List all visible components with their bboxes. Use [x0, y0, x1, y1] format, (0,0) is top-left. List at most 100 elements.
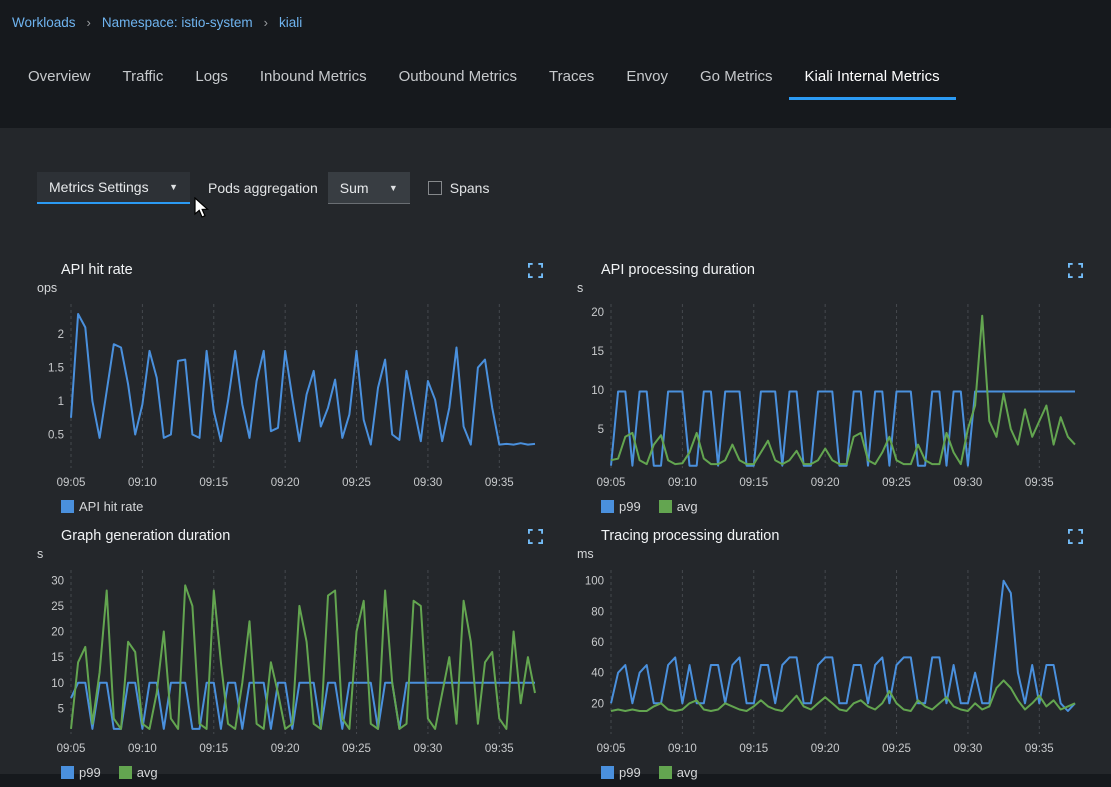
charts-grid: API hit rate ops 09:05 09:10 09:15 09:20 09:… — [0, 204, 1111, 782]
x-axis-label: 09:30 — [414, 743, 443, 755]
tab-inbound-metrics[interactable]: Inbound Metrics — [244, 56, 383, 100]
y-axis-label: 80 — [591, 606, 604, 618]
breadcrumb-link-workloads[interactable]: Workloads — [12, 15, 76, 30]
legend-label: API hit rate — [79, 499, 143, 514]
x-axis-label: 09:10 — [668, 477, 697, 489]
legend-item-avg[interactable]: avg — [659, 765, 698, 780]
tab-traffic[interactable]: Traffic — [107, 56, 180, 100]
y-axis-label: 5 — [598, 424, 604, 436]
legend-swatch — [659, 500, 672, 513]
y-axis-label: 60 — [591, 637, 604, 649]
legend-item-p99[interactable]: p99 — [601, 765, 641, 780]
metrics-settings-label: Metrics Settings — [49, 179, 149, 195]
y-axis-label: 100 — [585, 576, 604, 588]
aggregation-dropdown[interactable]: Sum ▼ — [328, 172, 410, 204]
chart-unit: ops — [37, 281, 545, 298]
legend-swatch — [659, 766, 672, 779]
tab-traces[interactable]: Traces — [533, 56, 610, 100]
expand-chart-icon[interactable] — [528, 263, 545, 278]
legend-label: p99 — [79, 765, 101, 780]
breadcrumb-separator: › — [87, 15, 91, 30]
series-line-avg — [71, 585, 535, 729]
breadcrumb-link-namespace-istio-system[interactable]: Namespace: istio-system — [102, 15, 253, 30]
y-axis-label: 40 — [591, 668, 604, 680]
chart-title: API processing duration — [601, 262, 755, 278]
chevron-down-icon: ▼ — [389, 183, 398, 193]
x-axis-label: 09:35 — [485, 743, 514, 755]
x-axis-label: 09:15 — [739, 477, 768, 489]
tab-kiali-internal-metrics[interactable]: Kiali Internal Metrics — [789, 56, 956, 100]
y-axis-label: 20 — [51, 627, 64, 639]
tab-envoy[interactable]: Envoy — [610, 56, 684, 100]
chart-legend: p99 avg — [37, 762, 545, 782]
x-axis-label: 09:05 — [597, 743, 626, 755]
legend-label: avg — [677, 499, 698, 514]
toolbar: Metrics Settings ▼ Pods aggregation Sum … — [0, 128, 1111, 204]
x-axis-label: 09:15 — [199, 477, 228, 489]
y-axis-label: 0.5 — [48, 430, 64, 442]
tab-outbound-metrics[interactable]: Outbound Metrics — [383, 56, 533, 100]
chart-header: Graph generation duration — [37, 526, 545, 546]
pods-aggregation-label: Pods aggregation — [208, 180, 318, 196]
spans-label: Spans — [450, 180, 490, 196]
chart-legend: p99 avg — [577, 496, 1085, 516]
spans-checkbox-wrap[interactable]: Spans — [428, 180, 490, 196]
breadcrumb-separator: › — [264, 15, 268, 30]
y-axis-label: 20 — [591, 698, 604, 710]
legend-item-avg[interactable]: avg — [659, 499, 698, 514]
y-axis-label: 25 — [51, 601, 64, 613]
x-axis-label: 09:35 — [1025, 477, 1054, 489]
expand-chart-icon[interactable] — [1068, 263, 1085, 278]
x-axis-label: 09:15 — [739, 743, 768, 755]
chart-unit: s — [37, 547, 545, 564]
x-axis-label: 09:05 — [57, 477, 86, 489]
expand-chart-icon[interactable] — [528, 529, 545, 544]
x-axis-label: 09:25 — [342, 477, 371, 489]
x-axis-label: 09:10 — [128, 477, 157, 489]
chart-header: API processing duration — [577, 260, 1085, 280]
x-axis-label: 09:10 — [128, 743, 157, 755]
chart-title: Tracing processing duration — [601, 528, 779, 544]
legend-swatch — [61, 500, 74, 513]
legend-label: avg — [677, 765, 698, 780]
chart-unit: s — [577, 281, 1085, 298]
legend-item-p99[interactable]: p99 — [61, 765, 101, 780]
breadcrumb: Workloads › Namespace: istio-system › kiali — [0, 0, 1111, 30]
x-axis-label: 09:20 — [811, 477, 840, 489]
chart-plot: 09:0509:1009:1509:2009:2509:3009:3551015… — [37, 564, 545, 760]
legend-label: p99 — [619, 765, 641, 780]
metrics-settings-dropdown[interactable]: Metrics Settings ▼ — [37, 172, 190, 204]
y-axis-label: 10 — [591, 385, 604, 397]
legend-item-p99[interactable]: p99 — [601, 499, 641, 514]
legend-label: avg — [137, 765, 158, 780]
aggregation-value: Sum — [340, 180, 369, 196]
legend-swatch — [61, 766, 74, 779]
tab-overview[interactable]: Overview — [12, 56, 107, 100]
tab-logs[interactable]: Logs — [179, 56, 244, 100]
chart-header: Tracing processing duration — [577, 526, 1085, 546]
breadcrumb-link-kiali[interactable]: kiali — [279, 15, 302, 30]
spans-checkbox[interactable] — [428, 181, 442, 195]
legend-item-avg[interactable]: avg — [119, 765, 158, 780]
x-axis-label: 09:30 — [954, 743, 983, 755]
legend-item-api-hit-rate[interactable]: API hit rate — [61, 499, 143, 514]
legend-swatch — [119, 766, 132, 779]
chart-legend: p99 avg — [577, 762, 1085, 782]
y-axis-label: 1 — [58, 396, 64, 408]
series-line-p99 — [611, 581, 1075, 711]
x-axis-label: 09:20 — [271, 743, 300, 755]
chart-title: Graph generation duration — [61, 528, 230, 544]
chevron-down-icon: ▼ — [169, 182, 178, 192]
y-axis-label: 15 — [591, 346, 604, 358]
x-axis-label: 09:20 — [811, 743, 840, 755]
expand-chart-icon[interactable] — [1068, 529, 1085, 544]
chart-unit: ms — [577, 547, 1085, 564]
legend-swatch — [601, 766, 614, 779]
tab-go-metrics[interactable]: Go Metrics — [684, 56, 789, 100]
chart-header: API hit rate — [37, 260, 545, 280]
x-axis-label: 09:35 — [1025, 743, 1054, 755]
y-axis-label: 10 — [51, 678, 64, 690]
chart-plot: 09:0509:1009:1509:2009:2509:3009:350.511… — [37, 298, 545, 494]
x-axis-label: 09:05 — [57, 743, 86, 755]
chart-graph-generation-duration: Graph generation duration s 09:05 09:10 09… — [37, 526, 545, 782]
